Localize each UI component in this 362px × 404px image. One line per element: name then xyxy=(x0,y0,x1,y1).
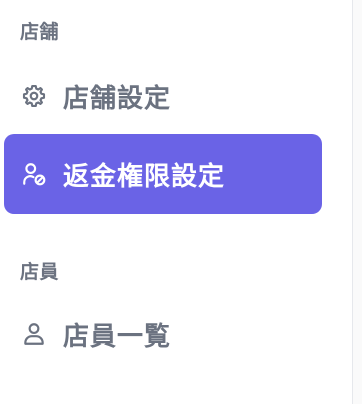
sidebar-item-staff-list[interactable]: 店員一覧 xyxy=(4,294,322,374)
sidebar: 店舗 店舗設定 返金権限設定 店員 店員一覧 xyxy=(0,0,353,404)
user-permission-icon xyxy=(21,161,47,187)
sidebar-item-store-settings[interactable]: 店舗設定 xyxy=(4,56,322,136)
sidebar-item-refund-permission-settings[interactable]: 返金権限設定 xyxy=(4,134,322,214)
sidebar-item-label: 店員一覧 xyxy=(63,321,172,352)
sidebar-item-label: 店舗設定 xyxy=(63,83,172,114)
sidebar-item-label: 返金権限設定 xyxy=(63,161,226,192)
user-icon xyxy=(21,321,47,347)
scrollbar-gutter xyxy=(353,0,362,404)
gear-icon xyxy=(21,83,47,109)
section-title-staff: 店員 xyxy=(20,261,60,283)
section-title-store: 店舗 xyxy=(20,21,60,43)
